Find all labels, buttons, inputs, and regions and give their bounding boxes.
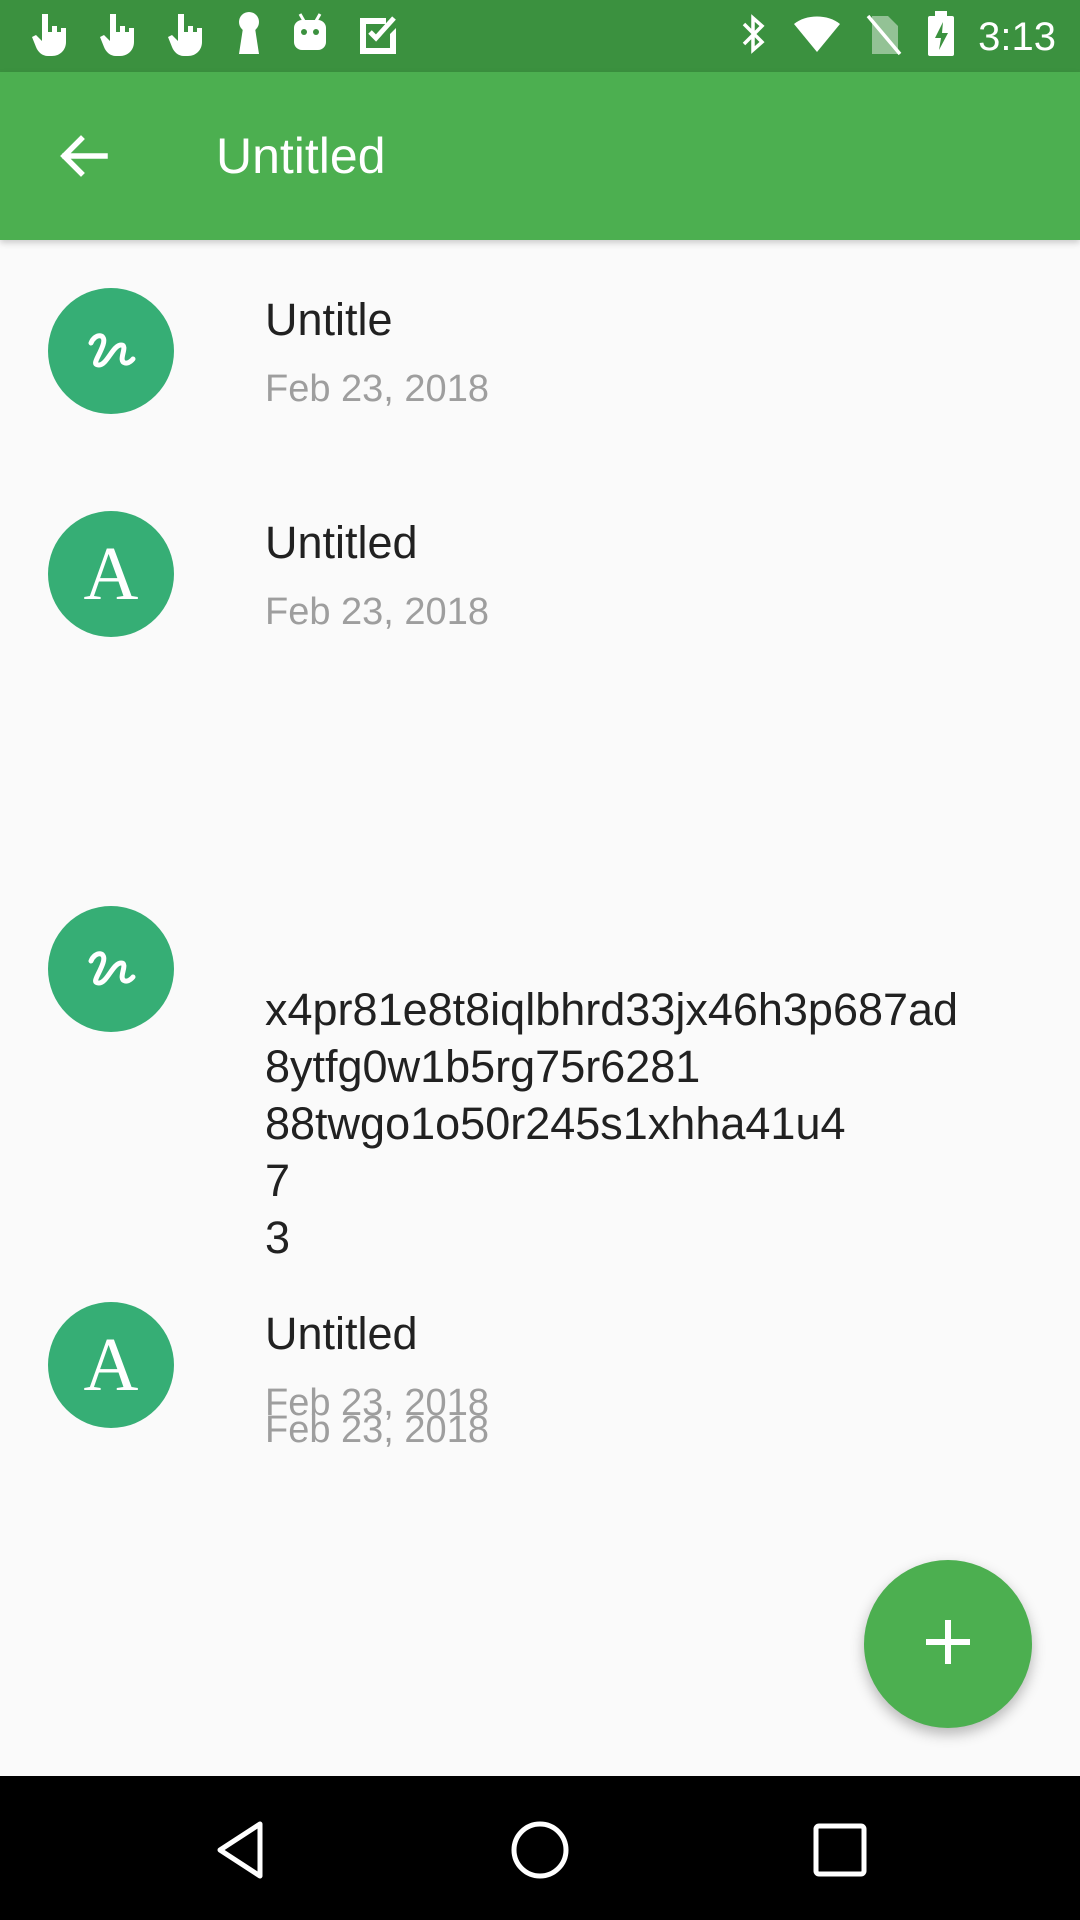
- avatar: [48, 906, 174, 1032]
- item-date: Feb 23, 2018: [265, 1382, 489, 1424]
- hand-pointer-icon: [98, 10, 140, 58]
- item-date: Feb 23, 2018: [265, 591, 489, 633]
- nav-back-button[interactable]: [200, 1812, 280, 1892]
- battery-charging-icon: [926, 10, 956, 63]
- wifi-icon: [792, 10, 842, 63]
- notification-icons: [30, 10, 400, 58]
- letter-a-icon: A: [83, 532, 139, 616]
- item-title: Untitled: [265, 1308, 418, 1359]
- page-title: Untitled: [216, 128, 386, 184]
- squiggle-icon: [81, 937, 141, 1002]
- avatar: [48, 288, 174, 414]
- list-item[interactable]: Untitle Feb 23, 2018: [0, 240, 1080, 462]
- keyhole-icon: [234, 10, 264, 58]
- item-title: x4pr81e8t8iqlbhrd33jx46h3p687ad 8ytfg0w1…: [265, 984, 959, 1263]
- android-icon: [290, 10, 330, 58]
- checkbox-icon: [356, 10, 400, 58]
- app-bar: Untitled: [0, 72, 1080, 240]
- list-item[interactable]: x4pr81e8t8iqlbhrd33jx46h3p687ad 8ytfg0w1…: [0, 684, 1080, 1451]
- status-bar: 3:13: [0, 0, 1080, 72]
- plus-icon: [922, 1616, 974, 1673]
- letter-a-icon: A: [83, 1323, 139, 1407]
- nav-back-icon: [208, 1818, 272, 1887]
- hand-pointer-icon: [166, 10, 208, 58]
- item-title: Untitled: [265, 517, 418, 568]
- nav-home-icon: [508, 1818, 572, 1887]
- item-title: Untitle: [265, 294, 393, 345]
- squiggle-icon: [81, 319, 141, 384]
- add-note-button[interactable]: [864, 1560, 1032, 1728]
- arrow-back-icon: [57, 129, 111, 188]
- back-button[interactable]: [44, 118, 124, 198]
- navigation-bar: [0, 1776, 1080, 1920]
- bluetooth-icon: [738, 10, 770, 63]
- list-item[interactable]: A Untitled Feb 23, 2018: [0, 462, 1080, 684]
- avatar: A: [48, 511, 174, 637]
- nav-home-button[interactable]: [500, 1812, 580, 1892]
- nav-recents-button[interactable]: [800, 1812, 880, 1892]
- item-date: Feb 23, 2018: [265, 368, 489, 410]
- system-icons: 3:13: [738, 10, 1056, 63]
- nav-recents-icon: [808, 1818, 872, 1887]
- no-sim-icon: [864, 10, 904, 63]
- hand-pointer-icon: [30, 10, 72, 58]
- avatar: A: [48, 1302, 174, 1428]
- status-time: 3:13: [978, 14, 1056, 59]
- list-item[interactable]: A Untitled Feb 23, 2018: [0, 1250, 1080, 1472]
